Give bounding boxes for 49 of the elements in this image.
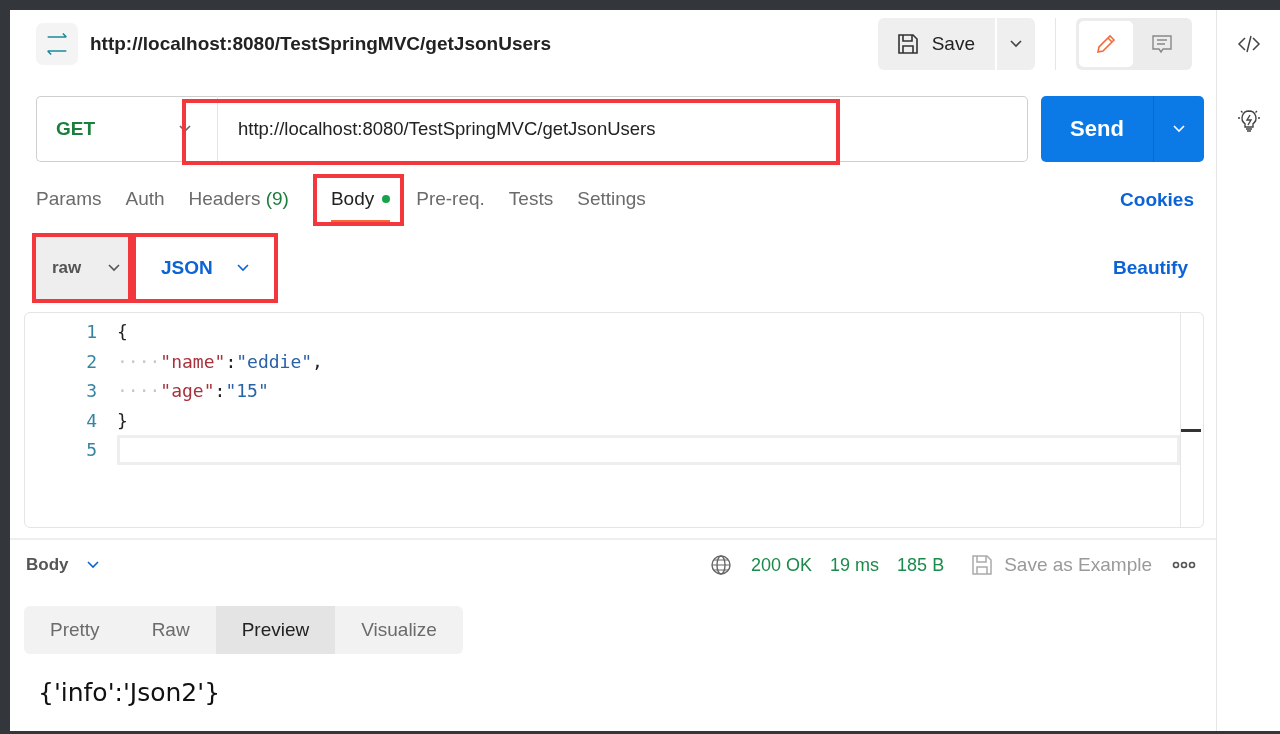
response-section-dropdown[interactable]: Body — [26, 555, 101, 575]
save-as-example-button[interactable]: Save as Example — [970, 553, 1152, 577]
line-number: 4 — [85, 409, 97, 431]
cookies-link[interactable]: Cookies — [1120, 189, 1194, 211]
status-code: 200 OK — [751, 554, 813, 576]
whitespace-dots: ···· — [117, 350, 161, 372]
code-punctuation: : — [214, 380, 226, 402]
request-tab[interactable]: Pre-req. — [416, 178, 485, 222]
request-tab[interactable]: Params — [36, 178, 102, 222]
comment-icon — [1150, 32, 1174, 56]
response-size: 185 B — [897, 554, 945, 576]
code-punctuation: { — [117, 321, 128, 343]
lightbulb-icon[interactable] — [1236, 108, 1261, 134]
json-string: "eddie" — [236, 350, 313, 372]
format-dropdown[interactable]: JSON — [136, 237, 274, 299]
save-button[interactable]: Save — [877, 18, 995, 70]
json-string: "15" — [225, 380, 269, 402]
request-tab[interactable]: Headers (9) — [188, 178, 289, 222]
cursor-marker — [1181, 429, 1201, 432]
line-number: 1 — [85, 321, 97, 343]
request-title: http://localhost:8080/TestSpringMVC/getJsonUsers — [90, 33, 551, 55]
request-tab[interactable]: Body — [330, 178, 391, 222]
code-editor[interactable]: 1 { 2 ····"name":"eddie", 3 ····"age":"15" 4 } 5 — [24, 312, 1204, 528]
response-time: 19 ms — [830, 554, 880, 576]
save-icon — [895, 32, 920, 56]
json-key: "age" — [160, 380, 215, 402]
more-icon[interactable] — [1172, 559, 1196, 571]
json-key: "name" — [160, 350, 226, 372]
save-icon — [970, 553, 995, 577]
response-preview: {'info':'Json2'} — [37, 677, 222, 707]
view-tab[interactable]: Pretty — [24, 606, 126, 654]
request-tab[interactable]: Settings — [577, 178, 646, 222]
view-tab[interactable]: Visualize — [335, 606, 463, 654]
request-tab[interactable]: Tests — [508, 178, 554, 222]
request-tab[interactable]: Auth — [125, 178, 165, 222]
beautify-link[interactable]: Beautify — [1113, 257, 1188, 279]
line-number: 3 — [85, 380, 97, 402]
method-dropdown[interactable]: GET — [36, 96, 218, 162]
line-number: 5 — [85, 439, 97, 461]
view-tab[interactable]: Preview — [215, 606, 336, 654]
code-punctuation: } — [117, 409, 128, 431]
line-number: 2 — [85, 350, 97, 372]
body-mode-dropdown[interactable]: raw — [36, 237, 128, 299]
pencil-icon — [1094, 32, 1118, 56]
view-tab[interactable]: Raw — [125, 606, 216, 654]
code-punctuation: , — [312, 350, 323, 372]
whitespace-dots: ···· — [117, 380, 161, 402]
code-punctuation: : — [225, 350, 237, 372]
globe-icon[interactable] — [709, 553, 733, 577]
